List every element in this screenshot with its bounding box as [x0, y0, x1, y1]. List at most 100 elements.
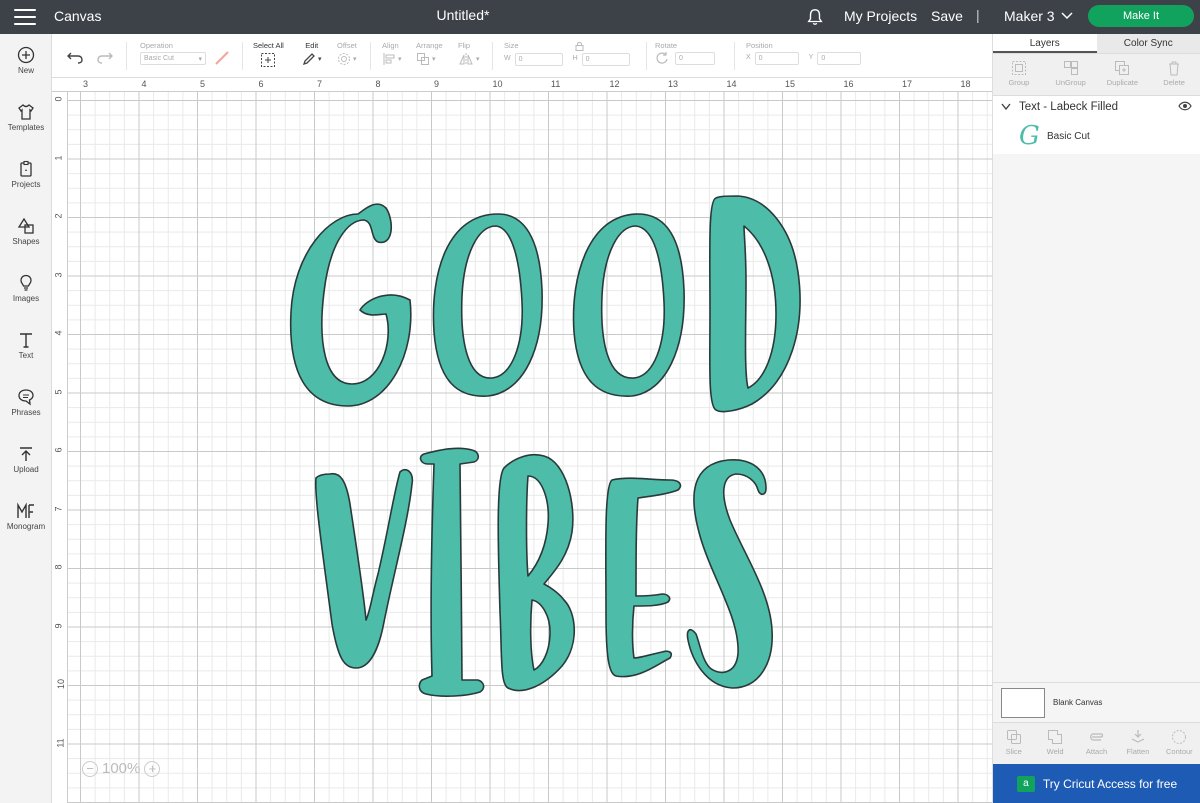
flatten-button[interactable]: Flatten: [1117, 723, 1158, 764]
flatten-label: Flatten: [1126, 747, 1150, 756]
slice-button[interactable]: Slice: [993, 723, 1034, 764]
sidebar-item-projects[interactable]: Projects: [0, 160, 52, 189]
ungroup-icon: [1063, 61, 1078, 75]
sidebar-item-upload[interactable]: Upload: [0, 445, 52, 474]
ruler-tick-top: 13: [668, 79, 679, 89]
flip-icon: [459, 53, 473, 65]
good-vibes-text-design[interactable]: [68, 92, 992, 803]
layer-thumbnail-icon: G: [1019, 121, 1040, 151]
ruler-tick-left: 1: [53, 154, 64, 161]
operation-select[interactable]: Basic Cut ▾: [140, 52, 206, 65]
blank-canvas-item[interactable]: Blank Canvas: [993, 682, 1200, 722]
path-actions: Slice Weld Attach Flatten Contour: [993, 722, 1200, 764]
rotate-input[interactable]: 0: [675, 52, 715, 65]
sidebar-label-templates: Templates: [7, 123, 45, 132]
zoom-in-button[interactable]: +: [144, 760, 161, 777]
width-input[interactable]: 0: [514, 53, 563, 66]
toolbar-divider: [242, 42, 243, 70]
sidebar-label-shapes: Shapes: [12, 237, 40, 246]
duplicate-icon: [1115, 61, 1130, 75]
weld-button[interactable]: Weld: [1034, 723, 1075, 764]
layer-item-label: Basic Cut: [1047, 130, 1090, 142]
tab-layers[interactable]: Layers: [993, 34, 1097, 53]
zoom-out-button[interactable]: −: [82, 760, 98, 777]
lock-icon[interactable]: [575, 41, 584, 51]
redo-icon[interactable]: [96, 50, 114, 64]
ruler-tick-top: 11: [551, 79, 561, 89]
tab-color-sync[interactable]: Color Sync: [1096, 34, 1200, 53]
blank-canvas-label: Blank Canvas: [1053, 698, 1103, 707]
monogram-icon: [17, 502, 34, 518]
size-group: Size W 0 H 0: [504, 41, 630, 66]
ruler-tick-left: 2: [53, 213, 64, 219]
flatten-icon: [1131, 730, 1145, 743]
select-all-group[interactable]: Select All: [253, 41, 284, 73]
ruler-tick-top: 7: [317, 79, 323, 89]
duplicate-button[interactable]: Duplicate: [1097, 54, 1149, 95]
ruler-tick-top: 3: [83, 79, 89, 89]
cricut-access-label: Try Cricut Access for free: [1042, 776, 1178, 791]
cricut-access-icon: a: [1016, 775, 1035, 792]
offset-group[interactable]: Offset ▾: [337, 41, 357, 66]
sidebar-item-text[interactable]: Text: [0, 331, 52, 360]
document-title[interactable]: Untitled*: [0, 7, 926, 23]
attach-button[interactable]: Attach: [1076, 723, 1117, 764]
position-group: Position X 0 Y 0: [746, 41, 862, 65]
ruler-tick-left: 4: [53, 330, 64, 336]
sidebar-item-templates[interactable]: Templates: [0, 103, 52, 132]
layers-panel: Layers Color Sync Group UnGroup Duplicat…: [992, 34, 1200, 803]
layer-item-basic-cut[interactable]: G Basic Cut: [993, 118, 1200, 154]
left-sidebar: New Templates Projects Shapes Images Tex…: [0, 34, 52, 803]
chevron-down-icon[interactable]: [1001, 103, 1011, 111]
clipboard-icon: [20, 160, 32, 177]
save-link[interactable]: Save: [931, 8, 963, 24]
edit-group[interactable]: Edit ▾: [302, 41, 322, 66]
left-ruler: 0 1 2 3 4 5 6 7 8 9 10 11: [52, 92, 68, 803]
position-y-input[interactable]: 0: [817, 52, 862, 65]
x-label: X: [746, 54, 751, 61]
cricut-access-banner[interactable]: a Try Cricut Access for free: [993, 764, 1200, 803]
letter-i: [418, 447, 485, 697]
pen-color-swatch-icon[interactable]: [214, 50, 230, 65]
notification-bell-icon[interactable]: [806, 8, 824, 26]
ungroup-label: UnGroup: [1055, 78, 1086, 87]
letter-s: [686, 459, 773, 689]
weld-label: Weld: [1046, 747, 1064, 756]
flip-group[interactable]: Flip ▾: [458, 41, 480, 66]
ruler-tick-top: 18: [960, 79, 971, 89]
ruler-tick-left: 6: [53, 447, 64, 453]
sidebar-item-shapes[interactable]: Shapes: [0, 217, 52, 246]
letter-b: [497, 453, 575, 692]
arrange-group[interactable]: Arrange ▾: [416, 41, 443, 66]
undo-icon[interactable]: [66, 50, 84, 64]
sidebar-item-images[interactable]: Images: [0, 274, 52, 303]
position-x-input[interactable]: 0: [754, 52, 799, 65]
arrange-icon: [417, 53, 429, 65]
contour-button[interactable]: Contour: [1159, 723, 1200, 764]
edit-toolbar: Operation Basic Cut ▾ Select All Edit ▾ O…: [52, 34, 992, 78]
ruler-tick-left: 5: [53, 388, 64, 395]
align-group[interactable]: Align ▾: [382, 41, 402, 66]
machine-selector[interactable]: Maker 3: [1004, 8, 1073, 24]
ruler-tick-top: 16: [843, 79, 854, 89]
ungroup-button[interactable]: UnGroup: [1045, 54, 1097, 95]
layer-group-header[interactable]: Text - Labeck Filled: [993, 96, 1200, 118]
sidebar-item-phrases[interactable]: Phrases: [0, 388, 52, 417]
design-canvas[interactable]: [68, 92, 992, 803]
sidebar-label-monogram: Monogram: [6, 522, 46, 531]
height-input[interactable]: 0: [581, 53, 630, 66]
size-label: Size: [504, 41, 519, 50]
delete-button[interactable]: Delete: [1148, 54, 1200, 95]
ruler-tick-top: 9: [434, 79, 440, 89]
sidebar-item-monogram[interactable]: Monogram: [0, 502, 52, 531]
make-it-button[interactable]: Make It: [1088, 5, 1194, 27]
sidebar-item-new[interactable]: New: [0, 46, 52, 75]
group-button[interactable]: Group: [993, 54, 1045, 95]
toolbar-divider: [370, 42, 371, 70]
align-icon: [383, 53, 395, 65]
edit-label: Edit: [305, 41, 319, 50]
my-projects-link[interactable]: My Projects: [844, 8, 917, 24]
top-ruler: 3 4 5 6 7 8 9 10 11 12 13 14 15 16 17 18: [52, 78, 992, 92]
visibility-eye-icon[interactable]: [1178, 101, 1192, 111]
y-label: Y: [808, 54, 814, 61]
